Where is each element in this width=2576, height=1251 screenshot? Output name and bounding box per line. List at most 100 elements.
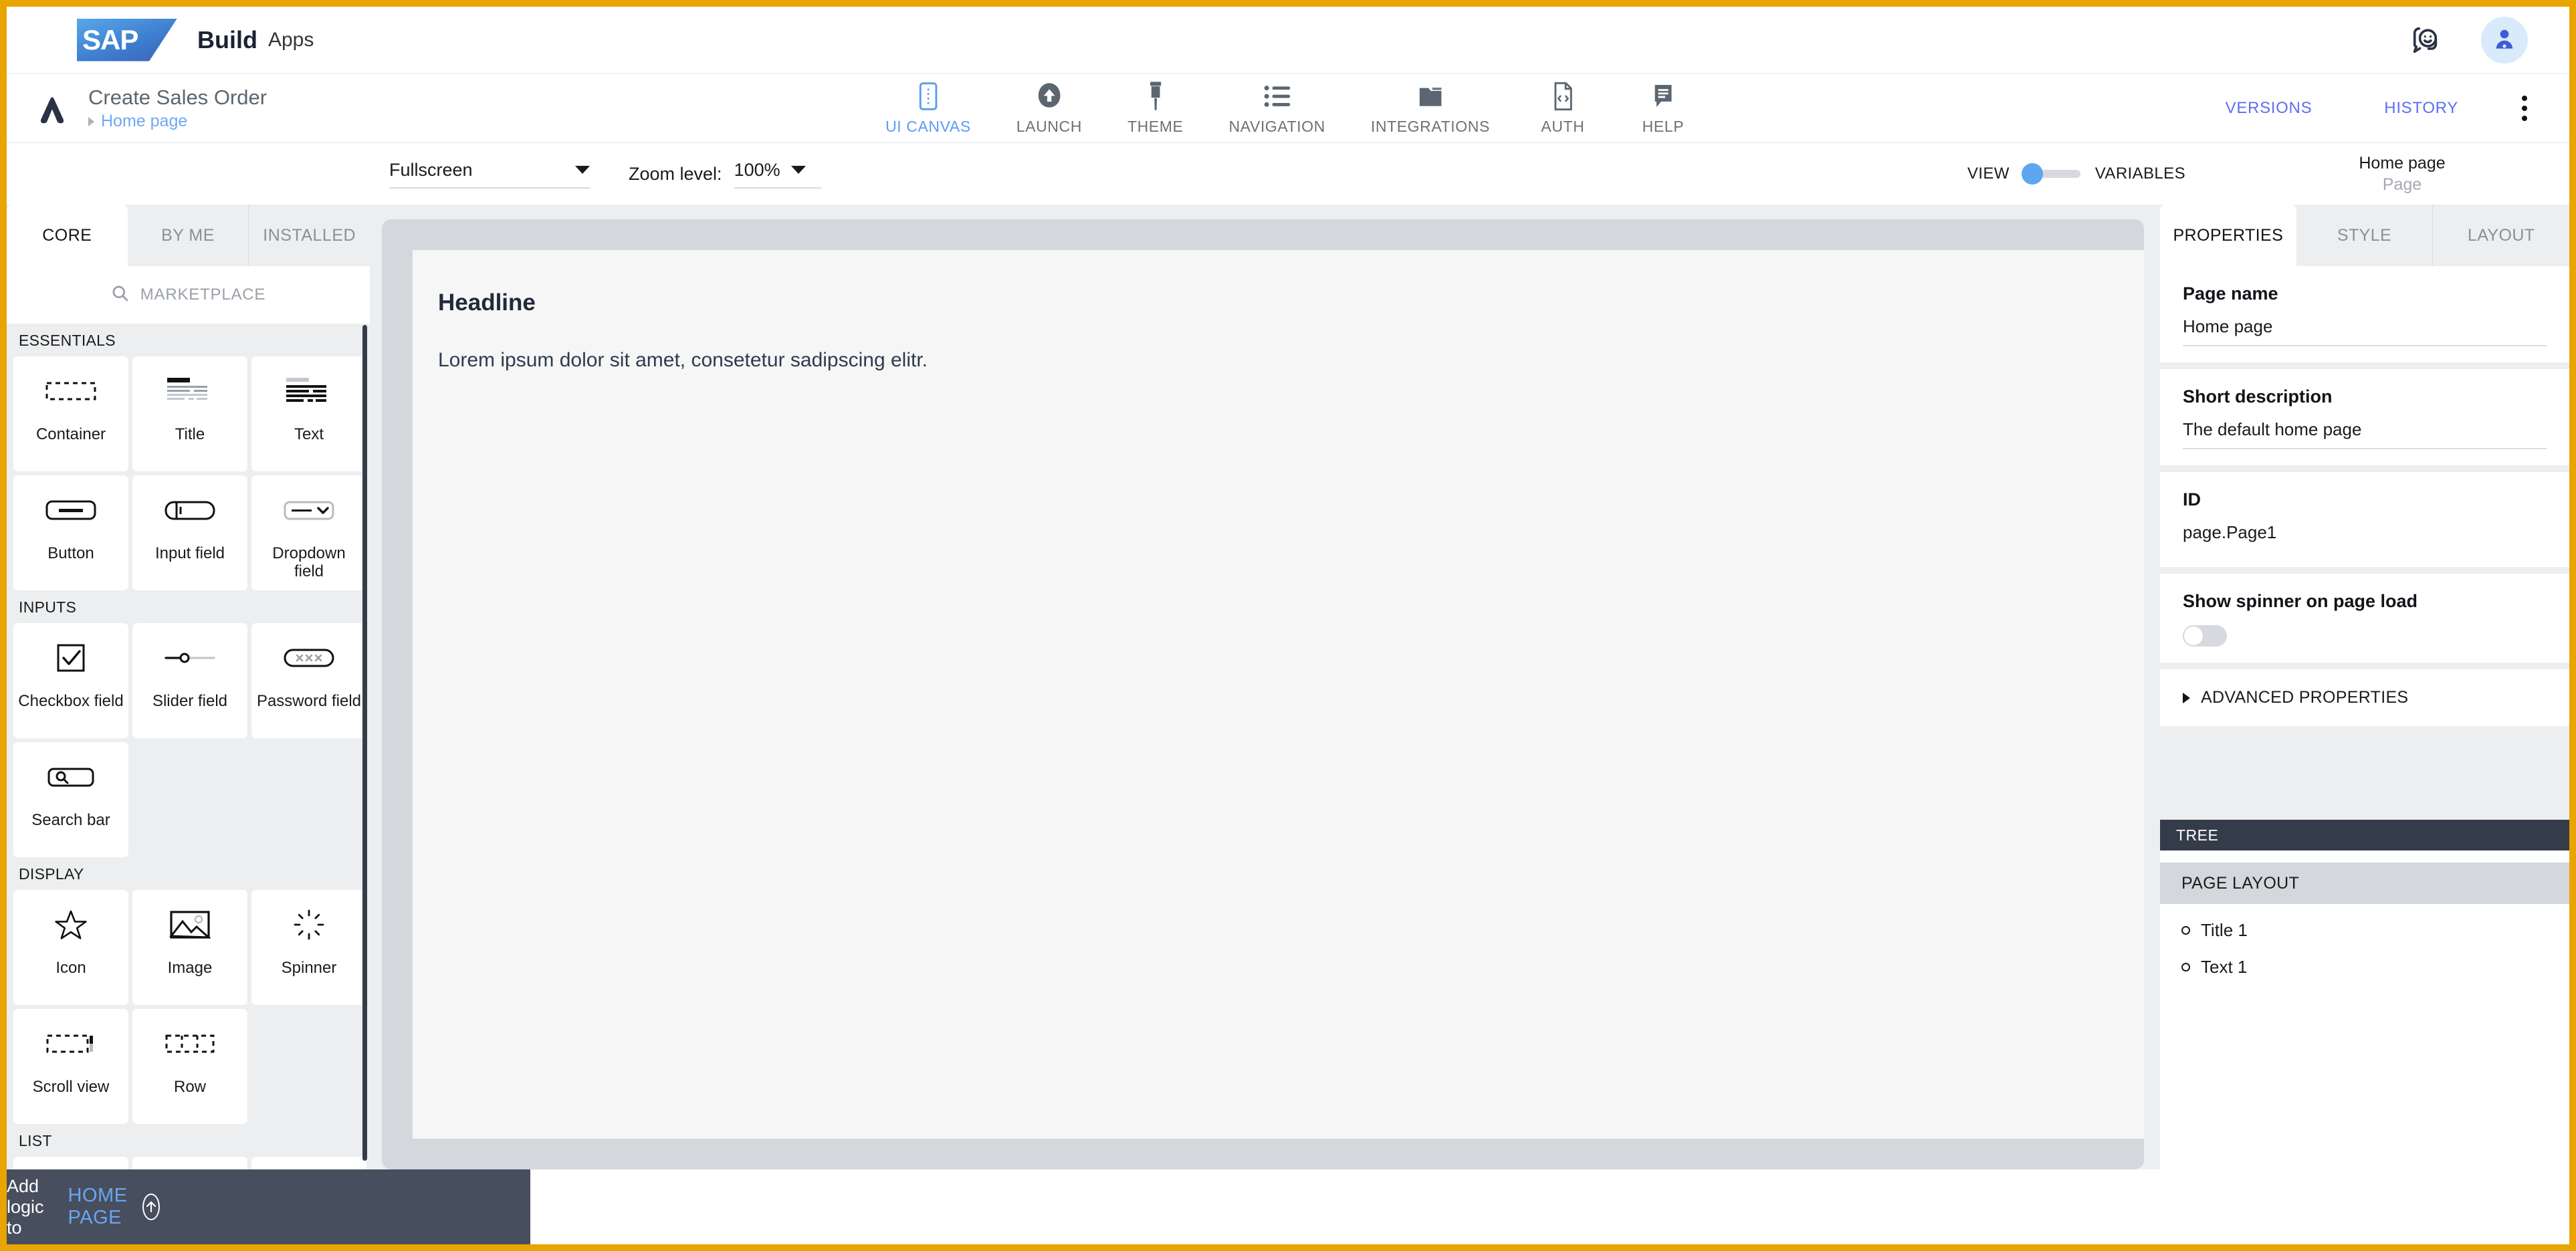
palette-scroll-area[interactable]: ESSENTIALS Container Title Text Button I… <box>7 324 370 1169</box>
palette-grid-inputs: Checkbox field Slider field Password fie… <box>7 623 370 857</box>
show-spinner-toggle[interactable] <box>2183 625 2227 647</box>
tab-by-me[interactable]: BY ME <box>127 205 249 266</box>
palette-item-image[interactable]: Image <box>132 890 247 1005</box>
history-button[interactable]: HISTORY <box>2348 99 2494 118</box>
add-logic-home-page-link[interactable]: HOME PAGE <box>68 1185 128 1229</box>
palette-item-spinner-label: Spinner <box>281 959 337 977</box>
tab-core[interactable]: CORE <box>7 205 128 266</box>
tab-theme[interactable]: THEME <box>1105 81 1206 136</box>
tab-layout[interactable]: LAYOUT <box>2432 205 2569 266</box>
user-avatar-icon[interactable] <box>2481 16 2528 64</box>
zoom-group: Zoom level: 100% <box>629 160 821 189</box>
kebab-dot <box>2522 105 2527 111</box>
tree-section-header[interactable]: TREE <box>2160 820 2569 850</box>
feedback-smiley-icon[interactable] <box>2407 22 2444 58</box>
tab-style[interactable]: STYLE <box>2296 205 2433 266</box>
add-logic-prefix: Add logic to <box>7 1175 44 1238</box>
product-suffix: Apps <box>267 28 314 51</box>
property-id: ID page.Page1 <box>2160 472 2569 574</box>
view-variables-switch[interactable] <box>2021 163 2080 185</box>
slider-handle-icon <box>132 623 247 693</box>
view-label: VIEW <box>1967 164 2010 183</box>
tab-integrations-label: INTEGRATIONS <box>1370 117 1490 135</box>
tab-navigation[interactable]: NAVIGATION <box>1206 81 1348 136</box>
tab-ui-canvas[interactable]: UI CANVAS <box>863 81 994 136</box>
page-name-field[interactable]: Home page <box>2183 316 2547 346</box>
inspector-spacer <box>2160 726 2569 820</box>
tab-properties[interactable]: PROPERTIES <box>2160 205 2296 266</box>
palette-item-list-partial[interactable] <box>13 1157 128 1169</box>
palette-section-list-label: LIST <box>19 1132 52 1149</box>
palette-item-password-field[interactable]: Password field <box>251 623 366 738</box>
tab-help[interactable]: HELP <box>1613 81 1713 136</box>
tab-auth[interactable]: AUTH <box>1513 81 1613 136</box>
palette-item-scroll-view[interactable]: Scroll view <box>13 1009 128 1124</box>
bottom-bar-filler <box>530 1169 940 1244</box>
palette-item-spinner[interactable]: Spinner <box>251 890 366 1005</box>
page-layout-header[interactable]: PAGE LAYOUT <box>2160 863 2569 904</box>
short-description-field[interactable]: The default home page <box>2183 419 2547 449</box>
device-mode-select[interactable]: Fullscreen <box>389 160 590 189</box>
palette-grid-list <box>7 1157 370 1169</box>
palette-item-dropdown-field[interactable]: Dropdown field <box>251 475 366 590</box>
tree-item-title-1-label: Title 1 <box>2201 920 2248 940</box>
palette-item-checkbox-field[interactable]: Checkbox field <box>13 623 128 738</box>
palette-item-search-bar[interactable]: Search bar <box>13 742 128 857</box>
palette-scrollbar[interactable] <box>362 325 367 1161</box>
properties-list: Page name Home page Short description Th… <box>2160 266 2569 726</box>
button-pill-icon <box>13 475 128 545</box>
tree-item-text-1[interactable]: Text 1 <box>2160 941 2569 978</box>
tab-layout-label: LAYOUT <box>2467 225 2535 245</box>
palette-item-row[interactable]: Row <box>132 1009 247 1124</box>
breadcrumb-page-label: Home page <box>101 112 188 131</box>
arrow-up-circle-icon[interactable] <box>142 1193 160 1220</box>
versions-button[interactable]: VERSIONS <box>2189 99 2349 118</box>
tab-integrations[interactable]: INTEGRATIONS <box>1348 81 1513 136</box>
palette-item-checkbox-field-label: Checkbox field <box>18 692 124 710</box>
tab-style-label: STYLE <box>2337 225 2392 245</box>
current-page-name: Home page <box>2359 153 2446 173</box>
palette-item-input-field[interactable]: Input field <box>132 475 247 590</box>
spinner-rays-icon <box>251 890 366 959</box>
breadcrumb[interactable]: Home page <box>88 112 267 131</box>
canvas-page-preview[interactable]: Headline Lorem ipsum dolor sit amet, con… <box>413 250 2144 1139</box>
scroll-view-dashed-icon <box>13 1009 128 1078</box>
canvas-body-text[interactable]: Lorem ipsum dolor sit amet, consetetur s… <box>438 346 2144 374</box>
palette-item-list-partial[interactable] <box>251 1157 366 1169</box>
palette-grid-essentials: Container Title Text Button Input field … <box>7 356 370 590</box>
palette-item-icon[interactable]: Icon <box>13 890 128 1005</box>
palette-item-title-label: Title <box>175 425 205 443</box>
tab-properties-label: PROPERTIES <box>2173 225 2284 245</box>
checkbox-check-icon <box>13 623 128 693</box>
more-vertical-icon[interactable] <box>2506 87 2543 130</box>
palette-tabs: CORE BY ME INSTALLED <box>7 205 370 266</box>
canvas-headline-title[interactable]: Headline <box>438 288 2144 318</box>
breadcrumb-triangle-icon <box>88 116 94 126</box>
marketplace-search[interactable]: MARKETPLACE <box>7 266 370 324</box>
palette-item-button[interactable]: Button <box>13 475 128 590</box>
chevron-right-icon <box>2183 692 2190 703</box>
tab-installed[interactable]: INSTALLED <box>248 205 370 266</box>
input-caret-pill-icon <box>132 475 247 545</box>
palette-item-text-label: Text <box>294 425 324 443</box>
palette-item-container[interactable]: Container <box>13 356 128 471</box>
current-page-indicator: Home page Page <box>2319 152 2485 196</box>
current-page-type: Page <box>2382 175 2422 194</box>
palette-item-image-label: Image <box>167 959 213 977</box>
advanced-properties-accordion[interactable]: ADVANCED PROPERTIES <box>2160 669 2569 726</box>
palette-section-display-label: DISPLAY <box>19 865 84 883</box>
palette-item-slider-field[interactable]: Slider field <box>132 623 247 738</box>
tab-launch[interactable]: LAUNCH <box>994 81 1105 136</box>
view-variables-toggle[interactable]: VIEW VARIABLES <box>1967 163 2185 185</box>
property-page-name-label: Page name <box>2183 283 2278 304</box>
kebab-dot <box>2522 95 2527 101</box>
palette-item-text[interactable]: Text <box>251 356 366 471</box>
palette-item-list-partial[interactable] <box>132 1157 247 1169</box>
inspector-panel: PROPERTIES STYLE LAYOUT Page name Home p… <box>2160 205 2569 1169</box>
app-bar: Create Sales Order Home page UI CANVAS L… <box>7 74 2569 143</box>
palette-item-title[interactable]: Title <box>132 356 247 471</box>
tab-by-me-label: BY ME <box>161 225 215 245</box>
zoom-level-value: 100% <box>734 159 780 180</box>
tree-item-title-1[interactable]: Title 1 <box>2160 904 2569 941</box>
zoom-level-select[interactable]: 100% <box>734 160 821 189</box>
